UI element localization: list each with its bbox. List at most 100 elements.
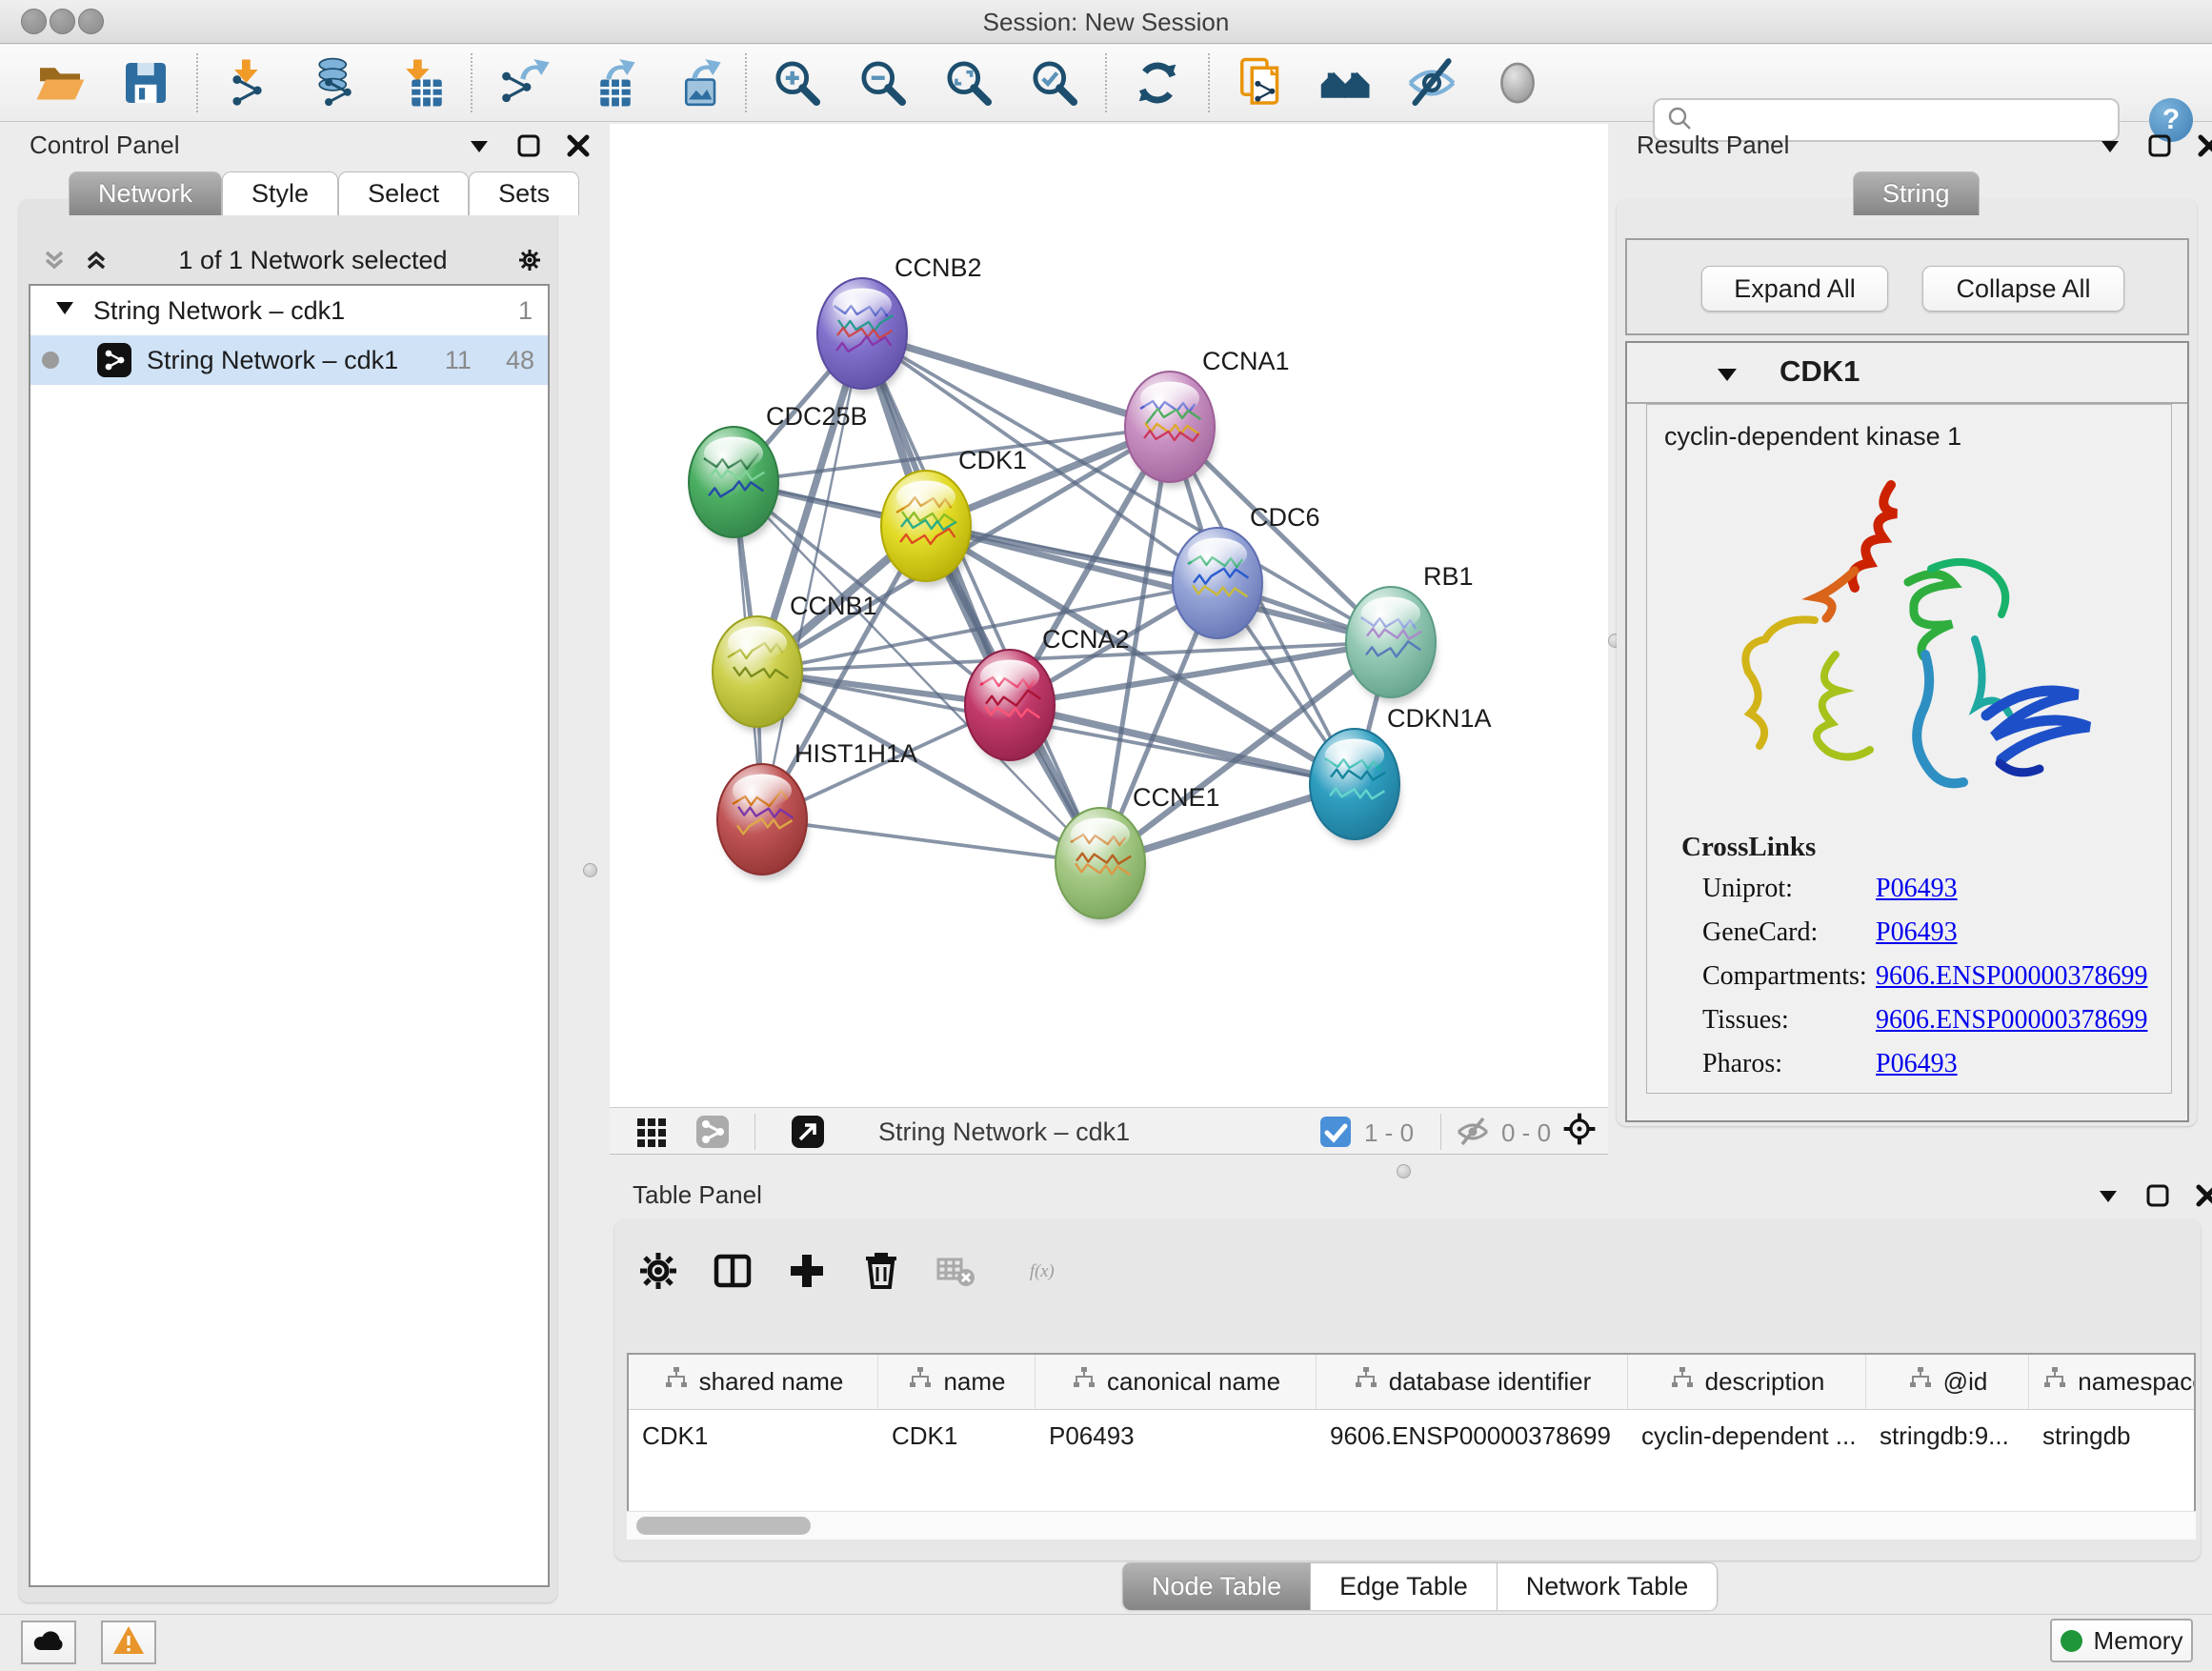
network-node-RB1[interactable]: RB1 bbox=[1346, 562, 1474, 702]
import-table-file-icon[interactable] bbox=[377, 51, 463, 114]
table-row[interactable]: CDK1CDK1P064939606.ENSP00000378699cyclin… bbox=[629, 1410, 2194, 1462]
control-panel-float-button[interactable] bbox=[514, 131, 543, 160]
svg-text:f(x): f(x) bbox=[1030, 1261, 1055, 1281]
protein-expander-icon[interactable] bbox=[1715, 362, 1739, 392]
tab-node-table[interactable]: Node Table bbox=[1122, 1562, 1311, 1610]
network-edge-HIST1H1A-CCNE1[interactable] bbox=[762, 819, 1100, 863]
column-header-description[interactable]: description bbox=[1628, 1355, 1866, 1409]
table-cell: stringdb bbox=[2029, 1410, 2196, 1462]
titlebar: Session: New Session bbox=[0, 0, 2212, 44]
results-panel-float-button[interactable] bbox=[2145, 131, 2174, 160]
protein-card-header[interactable]: CDK1 bbox=[1627, 343, 2187, 404]
memory-label: Memory bbox=[2094, 1626, 2183, 1656]
export-network-icon[interactable] bbox=[480, 51, 566, 114]
hide-selected-icon[interactable] bbox=[1389, 51, 1475, 114]
results-panel-title: Results Panel bbox=[1637, 131, 1789, 160]
crosslink-link[interactable]: P06493 bbox=[1876, 917, 1958, 947]
crosslink-link[interactable]: P06493 bbox=[1876, 874, 1958, 903]
toolbar-separator bbox=[745, 53, 747, 112]
column-header-database-identifier[interactable]: database identifier bbox=[1317, 1355, 1628, 1409]
column-type-icon bbox=[1353, 1365, 1379, 1399]
network-edge-CCNB2-CCNE1[interactable] bbox=[862, 333, 1100, 863]
warnings-button[interactable] bbox=[101, 1621, 156, 1664]
export-table-icon[interactable] bbox=[566, 51, 652, 114]
refresh-layout-icon[interactable] bbox=[1115, 51, 1200, 114]
network-node-HIST1H1A[interactable]: HIST1H1A bbox=[717, 739, 917, 879]
table-cell: CDK1 bbox=[629, 1410, 878, 1462]
delete-column-trash-icon[interactable] bbox=[856, 1246, 906, 1296]
column-header-label: database identifier bbox=[1389, 1367, 1591, 1397]
hscrollbar-thumb[interactable] bbox=[636, 1517, 811, 1535]
table-panel-menu-button[interactable] bbox=[2094, 1181, 2122, 1210]
tab-network-table[interactable]: Network Table bbox=[1498, 1562, 1719, 1610]
network-collection-row[interactable]: String Network – cdk1 1 bbox=[30, 286, 548, 335]
network-edge-CCNA2-CDKN1A[interactable] bbox=[1010, 705, 1355, 784]
network-node-CDC6[interactable]: CDC6 bbox=[1173, 503, 1320, 643]
node-label-CCNA1: CCNA1 bbox=[1202, 347, 1290, 375]
protein-card-body: cyclin-dependent kinase 1 bbox=[1646, 404, 2172, 1094]
save-session-icon[interactable] bbox=[103, 51, 189, 114]
network-node-CCNB2[interactable]: CCNB2 bbox=[817, 253, 982, 393]
tab-edge-table[interactable]: Edge Table bbox=[1311, 1562, 1498, 1610]
results-panel-menu-button[interactable] bbox=[2096, 131, 2124, 160]
open-in-window-icon[interactable] bbox=[791, 1115, 827, 1151]
collection-expander-icon[interactable] bbox=[53, 296, 76, 326]
export-image-icon[interactable] bbox=[652, 51, 737, 114]
birdseye-view-icon[interactable] bbox=[634, 1115, 671, 1151]
network-node-CDC25B[interactable]: CDC25B bbox=[689, 402, 868, 542]
cloud-button[interactable] bbox=[21, 1621, 76, 1664]
table-settings-gear-icon[interactable] bbox=[633, 1246, 683, 1296]
column-header--id[interactable]: @id bbox=[1866, 1355, 2029, 1409]
tab-network[interactable]: Network bbox=[69, 171, 222, 215]
table-columns-icon[interactable] bbox=[708, 1246, 757, 1296]
show-all-icon[interactable] bbox=[1475, 51, 1560, 114]
crosslink-row: Uniprot:P06493 bbox=[1702, 874, 1958, 904]
collapse-all-networks-icon[interactable] bbox=[40, 246, 69, 274]
tab-style[interactable]: Style bbox=[222, 171, 338, 215]
network-row-selected[interactable]: String Network – cdk1 11 48 bbox=[30, 335, 548, 385]
selected-checkbox-icon[interactable] bbox=[1318, 1115, 1355, 1151]
zoom-selected-icon[interactable] bbox=[1012, 51, 1097, 114]
collection-label: String Network – cdk1 bbox=[93, 296, 345, 326]
fit-selected-crosshair-icon[interactable] bbox=[1562, 1112, 1604, 1154]
column-header-canonical-name[interactable]: canonical name bbox=[1036, 1355, 1317, 1409]
left-splitter-handle[interactable] bbox=[583, 863, 597, 877]
expand-all-networks-icon[interactable] bbox=[82, 246, 111, 274]
table-hscrollbar[interactable] bbox=[627, 1511, 2196, 1540]
bottom-splitter-handle[interactable] bbox=[1397, 1164, 1411, 1178]
control-panel-close-button[interactable] bbox=[564, 131, 593, 160]
import-network-database-icon[interactable] bbox=[292, 51, 377, 114]
results-panel-close-button[interactable] bbox=[2195, 131, 2212, 160]
tab-sets[interactable]: Sets bbox=[469, 171, 579, 215]
protein-card: CDK1 cyclin-dependent kinase 1 bbox=[1625, 341, 2189, 1122]
column-header-shared-name[interactable]: shared name bbox=[629, 1355, 878, 1409]
first-neighbors-icon[interactable] bbox=[1303, 51, 1389, 114]
tab-string[interactable]: String bbox=[1853, 171, 1980, 215]
column-header-namespace[interactable]: namespace bbox=[2029, 1355, 2196, 1409]
selected-counts: 1 - 0 bbox=[1364, 1118, 1414, 1148]
add-column-icon[interactable] bbox=[782, 1246, 832, 1296]
open-session-icon[interactable] bbox=[17, 51, 103, 114]
network-node-CDKN1A[interactable]: CDKN1A bbox=[1310, 704, 1492, 844]
zoom-fit-icon[interactable] bbox=[926, 51, 1012, 114]
crosslink-link[interactable]: P06493 bbox=[1876, 1049, 1958, 1078]
zoom-out-icon[interactable] bbox=[840, 51, 926, 114]
network-canvas[interactable]: CCNB2CCNA1CDC25BCDK1CDC6RB1CCNB1CCNA2CDK… bbox=[610, 124, 1608, 1107]
column-header-name[interactable]: name bbox=[878, 1355, 1036, 1409]
network-node-CCNE1[interactable]: CCNE1 bbox=[1056, 783, 1220, 923]
crosslink-link[interactable]: 9606.ENSP00000378699 bbox=[1876, 1005, 2147, 1035]
network-options-gear-icon[interactable] bbox=[515, 246, 544, 274]
expand-all-button[interactable]: Expand All bbox=[1701, 266, 1888, 312]
zoom-in-icon[interactable] bbox=[754, 51, 840, 114]
import-network-file-icon[interactable] bbox=[206, 51, 292, 114]
tab-select[interactable]: Select bbox=[338, 171, 469, 215]
network-edge-CCNB2-CCNA1[interactable] bbox=[862, 333, 1170, 427]
network-from-selection-icon[interactable] bbox=[1217, 51, 1303, 114]
table-panel-float-button[interactable] bbox=[2143, 1181, 2172, 1210]
memory-button[interactable]: Memory bbox=[2050, 1619, 2193, 1662]
table-panel-close-button[interactable] bbox=[2193, 1181, 2212, 1210]
control-panel-menu-button[interactable] bbox=[465, 131, 493, 160]
table-cell: 9606.ENSP00000378699 bbox=[1317, 1410, 1628, 1462]
collapse-all-button[interactable]: Collapse All bbox=[1922, 266, 2124, 312]
crosslink-link[interactable]: 9606.ENSP00000378699 bbox=[1876, 961, 2147, 991]
